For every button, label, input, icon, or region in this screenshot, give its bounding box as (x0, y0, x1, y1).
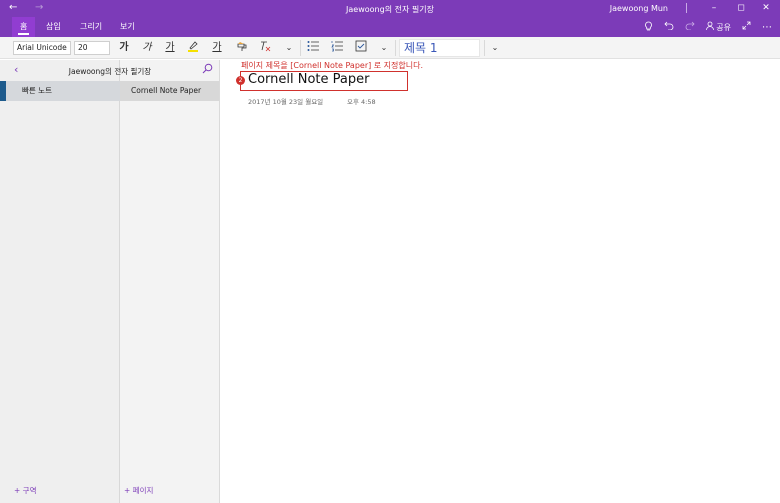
more-list-chevron-icon[interactable]: ⌄ (377, 40, 391, 56)
format-painter-icon[interactable] (235, 40, 249, 56)
onenote-window: ← → Jaewoong의 전자 필기장 Jaewoong Mun – ◻ ✕ … (0, 0, 780, 503)
clear-format-icon[interactable] (258, 40, 272, 56)
checkbox-tag-icon[interactable] (354, 40, 368, 56)
page-time: 오후 4:58 (347, 98, 376, 106)
more-icon[interactable]: ⋯ (762, 22, 772, 33)
toolbar-divider (395, 40, 396, 56)
notebook-header: ‹ Jaewoong의 전자 필기장 (0, 60, 220, 80)
redo-icon[interactable] (685, 21, 695, 33)
share-label: 공유 (716, 23, 731, 32)
title-divider (686, 3, 687, 13)
pages-pane (120, 60, 220, 503)
ribbon-right-icons: 공유 ⋯ (644, 17, 772, 37)
share-button[interactable]: 공유 (705, 21, 731, 33)
italic-button[interactable]: 가 (140, 40, 154, 56)
tab-home[interactable]: 홈 (12, 17, 36, 37)
formatting-toolbar: Arial Unicode 20 가 가 가 가 ⌄ ⌄ 제목 1 ⌄ (0, 37, 780, 59)
page-date: 2017년 10월 23일 월요일 (248, 98, 324, 106)
tab-insert[interactable]: 삽입 (38, 17, 69, 37)
instruction-annotation: 페이지 제목을 [Cornell Note Paper] 로 지정합니다. (241, 61, 424, 70)
user-name[interactable]: Jaewoong Mun (610, 4, 668, 13)
minimize-icon[interactable]: – (707, 2, 721, 14)
sections-pane (0, 60, 120, 503)
undo-icon[interactable] (664, 21, 674, 33)
font-size-select[interactable]: 20 (74, 41, 110, 55)
font-name-select[interactable]: Arial Unicode (13, 41, 71, 55)
style-select[interactable]: 제목 1 (399, 39, 480, 57)
page-title[interactable]: Cornell Note Paper (248, 72, 369, 87)
highlight-icon[interactable] (186, 40, 200, 56)
close-icon[interactable]: ✕ (759, 2, 773, 14)
title-bar: ← → Jaewoong의 전자 필기장 Jaewoong Mun – ◻ ✕ (0, 0, 780, 17)
page-item-cornell[interactable]: Cornell Note Paper (120, 81, 219, 101)
section-item-quick-notes[interactable]: 빠른 노트 (0, 81, 120, 101)
expand-icon[interactable] (742, 21, 751, 33)
style-chevron-icon[interactable]: ⌄ (488, 40, 502, 56)
add-section-button[interactable]: + 구역 (14, 485, 36, 496)
bold-button[interactable]: 가 (117, 40, 131, 56)
tab-view[interactable]: 보기 (112, 17, 143, 37)
lightbulb-icon[interactable] (644, 21, 653, 34)
toolbar-divider (300, 40, 301, 56)
tab-draw[interactable]: 그리기 (72, 17, 110, 37)
step-badge: 2 (236, 76, 245, 85)
toolbar-divider (484, 40, 485, 56)
numbered-list-icon[interactable] (330, 40, 344, 56)
font-color-button[interactable]: 가 (210, 40, 224, 56)
bullet-list-icon[interactable] (306, 40, 320, 56)
person-icon (705, 21, 714, 31)
more-format-chevron-icon[interactable]: ⌄ (282, 40, 296, 56)
add-page-button[interactable]: + 페이지 (124, 485, 153, 496)
restore-icon[interactable]: ◻ (734, 2, 748, 14)
underline-button[interactable]: 가 (163, 40, 177, 56)
section-color-tab (0, 81, 6, 101)
ribbon-tabs: 홈 삽입 그리기 보기 공유 ⋯ (0, 17, 780, 37)
notebook-name[interactable]: Jaewoong의 전자 필기장 (0, 66, 220, 77)
search-icon[interactable] (202, 63, 213, 77)
